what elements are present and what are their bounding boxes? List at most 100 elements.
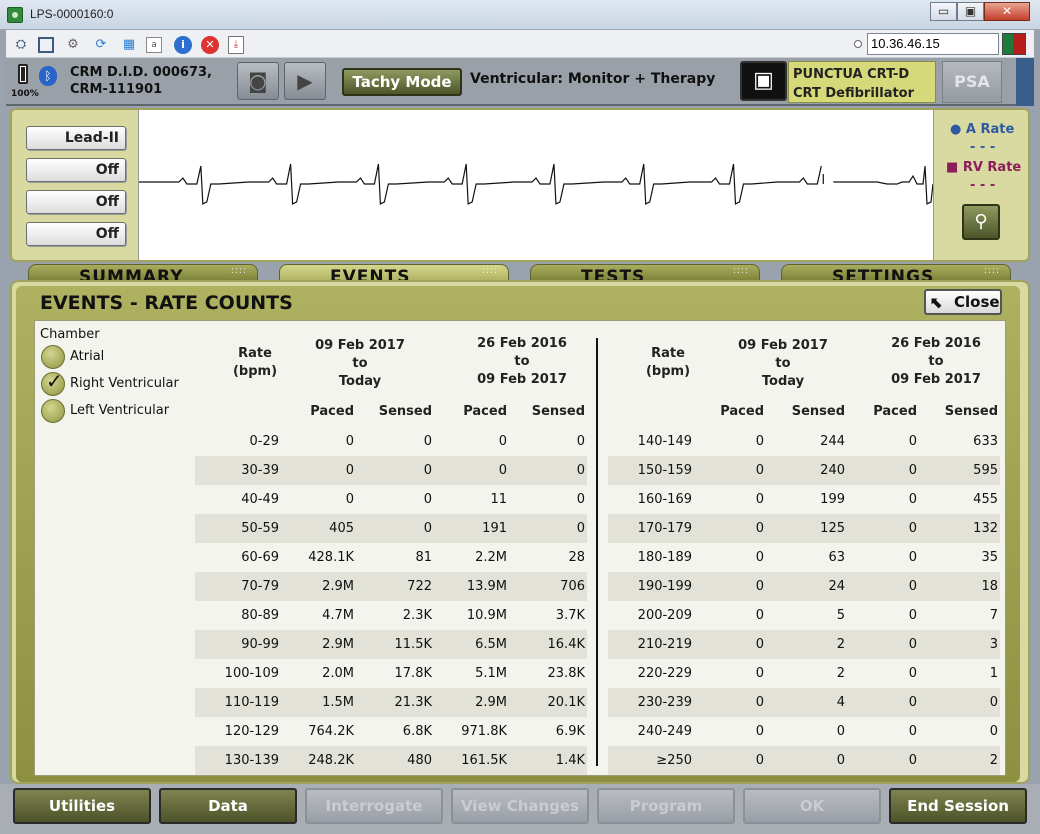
save-session-icon[interactable]: ▣ — [740, 61, 787, 101]
sensed-header: Sensed — [378, 404, 432, 419]
data-button[interactable]: Data — [159, 788, 297, 824]
camera-icon[interactable]: ◙ — [237, 62, 279, 100]
count-cell: 971.8K — [461, 724, 507, 739]
count-cell: 0 — [423, 521, 432, 536]
device-model-name: PUNCTUA CRT-D — [793, 67, 910, 82]
minimize-button[interactable]: ▭ — [930, 2, 957, 21]
atrial-radio[interactable] — [41, 345, 65, 369]
windows-icon[interactable]: ▦ — [120, 36, 138, 54]
window-close-button[interactable]: ✕ — [984, 2, 1030, 21]
count-cell: 0 — [423, 463, 432, 478]
utilities-button[interactable]: Utilities — [13, 788, 151, 824]
count-cell: 1.4K — [555, 753, 585, 768]
program-button[interactable]: Program — [597, 788, 735, 824]
period1-to: to — [775, 356, 791, 371]
ecg-waveform — [138, 110, 934, 260]
refresh-icon[interactable]: ⟳ — [92, 36, 110, 54]
rate-range-cell: 50-59 — [241, 521, 279, 536]
therapy-mode-text: Ventricular: Monitor + Therapy — [470, 71, 716, 87]
rate-range-cell: 210-219 — [637, 637, 692, 652]
period1-until: Today — [761, 374, 805, 389]
ok-button[interactable]: OK — [743, 788, 881, 824]
psa-button[interactable]: PSA — [942, 61, 1002, 103]
rate-range-cell: 150-159 — [637, 463, 692, 478]
gear-icon[interactable]: ⚙ — [64, 36, 82, 54]
count-cell: 3.7K — [555, 608, 585, 623]
info-icon[interactable]: i — [174, 36, 192, 54]
count-cell: 0 — [908, 637, 917, 652]
count-cell: 21.3K — [394, 695, 432, 710]
end-session-button[interactable]: End Session — [889, 788, 1027, 824]
rate-range-cell: 240-249 — [637, 724, 692, 739]
export-icon[interactable]: ⤓ — [228, 36, 244, 54]
ecg-trace — [139, 163, 822, 205]
ecg-trace-tail — [833, 165, 933, 205]
count-cell: 23.8K — [547, 666, 585, 681]
count-cell: 0 — [908, 608, 917, 623]
count-cell: 191 — [482, 521, 507, 536]
interrogate-button[interactable]: Interrogate — [305, 788, 443, 824]
rate-range-cell: 230-239 — [637, 695, 692, 710]
lead-selector-4[interactable]: Off — [26, 222, 126, 246]
count-cell: 0 — [755, 521, 764, 536]
sensed-header: Sensed — [531, 404, 585, 419]
count-cell: 1 — [989, 666, 998, 681]
count-cell: 595 — [973, 463, 998, 478]
maximize-button[interactable]: ▣ — [957, 2, 984, 21]
lead-selector-2[interactable]: Off — [26, 158, 126, 182]
count-cell: 0 — [423, 492, 432, 507]
rate-range-cell: 200-209 — [637, 608, 692, 623]
right-ventricular-radio[interactable]: ✓ — [41, 369, 65, 396]
document-icon[interactable]: a — [146, 37, 162, 53]
count-cell: 0 — [498, 463, 507, 478]
battery-percent: 100% — [11, 89, 39, 99]
rate-range-cell: 0-29 — [249, 434, 279, 449]
lead-selector-3[interactable]: Off — [26, 190, 126, 214]
count-cell: 17.8K — [394, 666, 432, 681]
bluetooth-icon: ᛒ — [39, 66, 57, 86]
left-ventricular-label: Left Ventricular — [70, 403, 170, 418]
count-cell: 0 — [755, 550, 764, 565]
paced-header: Paced — [720, 404, 764, 419]
ip-address-field[interactable]: 10.36.46.15 — [867, 33, 999, 55]
count-cell: 28 — [568, 550, 585, 565]
count-cell: 0 — [345, 492, 354, 507]
video-camera-icon[interactable]: ▶ — [284, 62, 326, 100]
rv-rate-label: ■ RV Rate — [946, 160, 1022, 175]
count-cell: 0 — [755, 753, 764, 768]
count-cell: 3 — [989, 637, 998, 652]
rate-header-right-text: Rate (bpm) — [645, 346, 691, 379]
rate-range-cell: 140-149 — [637, 434, 692, 449]
rate-header-left-text: Rate (bpm) — [232, 346, 278, 379]
tachy-mode-button[interactable]: Tachy Mode — [342, 68, 462, 96]
magnify-icon[interactable]: ⚲ — [962, 204, 1000, 240]
fullscreen-icon[interactable] — [38, 37, 54, 53]
count-cell: 0 — [755, 608, 764, 623]
count-cell: 0 — [908, 434, 917, 449]
count-cell: 0 — [908, 666, 917, 681]
count-cell: 0 — [576, 463, 585, 478]
count-cell: 0 — [576, 492, 585, 507]
network-icon[interactable]: ⛭ — [12, 36, 30, 54]
rate-range-cell: 130-139 — [224, 753, 279, 768]
rate-header-right: Rate (bpm) — [638, 345, 698, 381]
count-cell: 0 — [908, 521, 917, 536]
count-cell: 2 — [989, 753, 998, 768]
sensed-header: Sensed — [791, 404, 845, 419]
app-icon — [7, 7, 23, 23]
count-cell: 81 — [415, 550, 432, 565]
lead-selector-1[interactable]: Lead-II — [26, 126, 126, 150]
count-cell: 0 — [576, 521, 585, 536]
period1-header-left: 09 Feb 2017 to Today — [306, 337, 414, 391]
period2-from: 26 Feb 2016 — [891, 336, 981, 351]
rate-range-cell: ≥250 — [656, 753, 692, 768]
count-cell: 2.0M — [322, 666, 354, 681]
count-cell: 6.9K — [555, 724, 585, 739]
view-changes-button[interactable]: View Changes — [451, 788, 589, 824]
atrial-label: Atrial — [70, 349, 105, 364]
count-cell: 1.5M — [322, 695, 354, 710]
count-cell: 0 — [755, 463, 764, 478]
stop-icon[interactable]: ✕ — [201, 36, 219, 54]
count-cell: 2 — [836, 666, 845, 681]
left-ventricular-radio[interactable] — [41, 399, 65, 423]
